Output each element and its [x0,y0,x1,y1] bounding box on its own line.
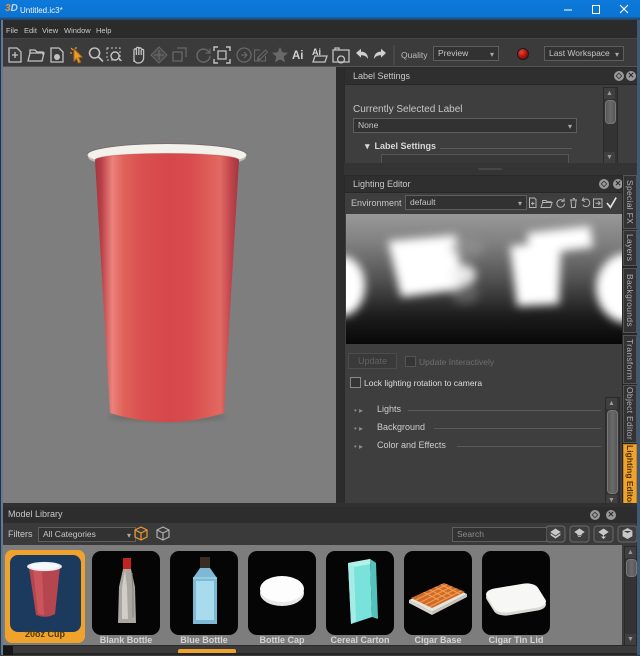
svg-text:Ai: Ai [292,50,304,62]
